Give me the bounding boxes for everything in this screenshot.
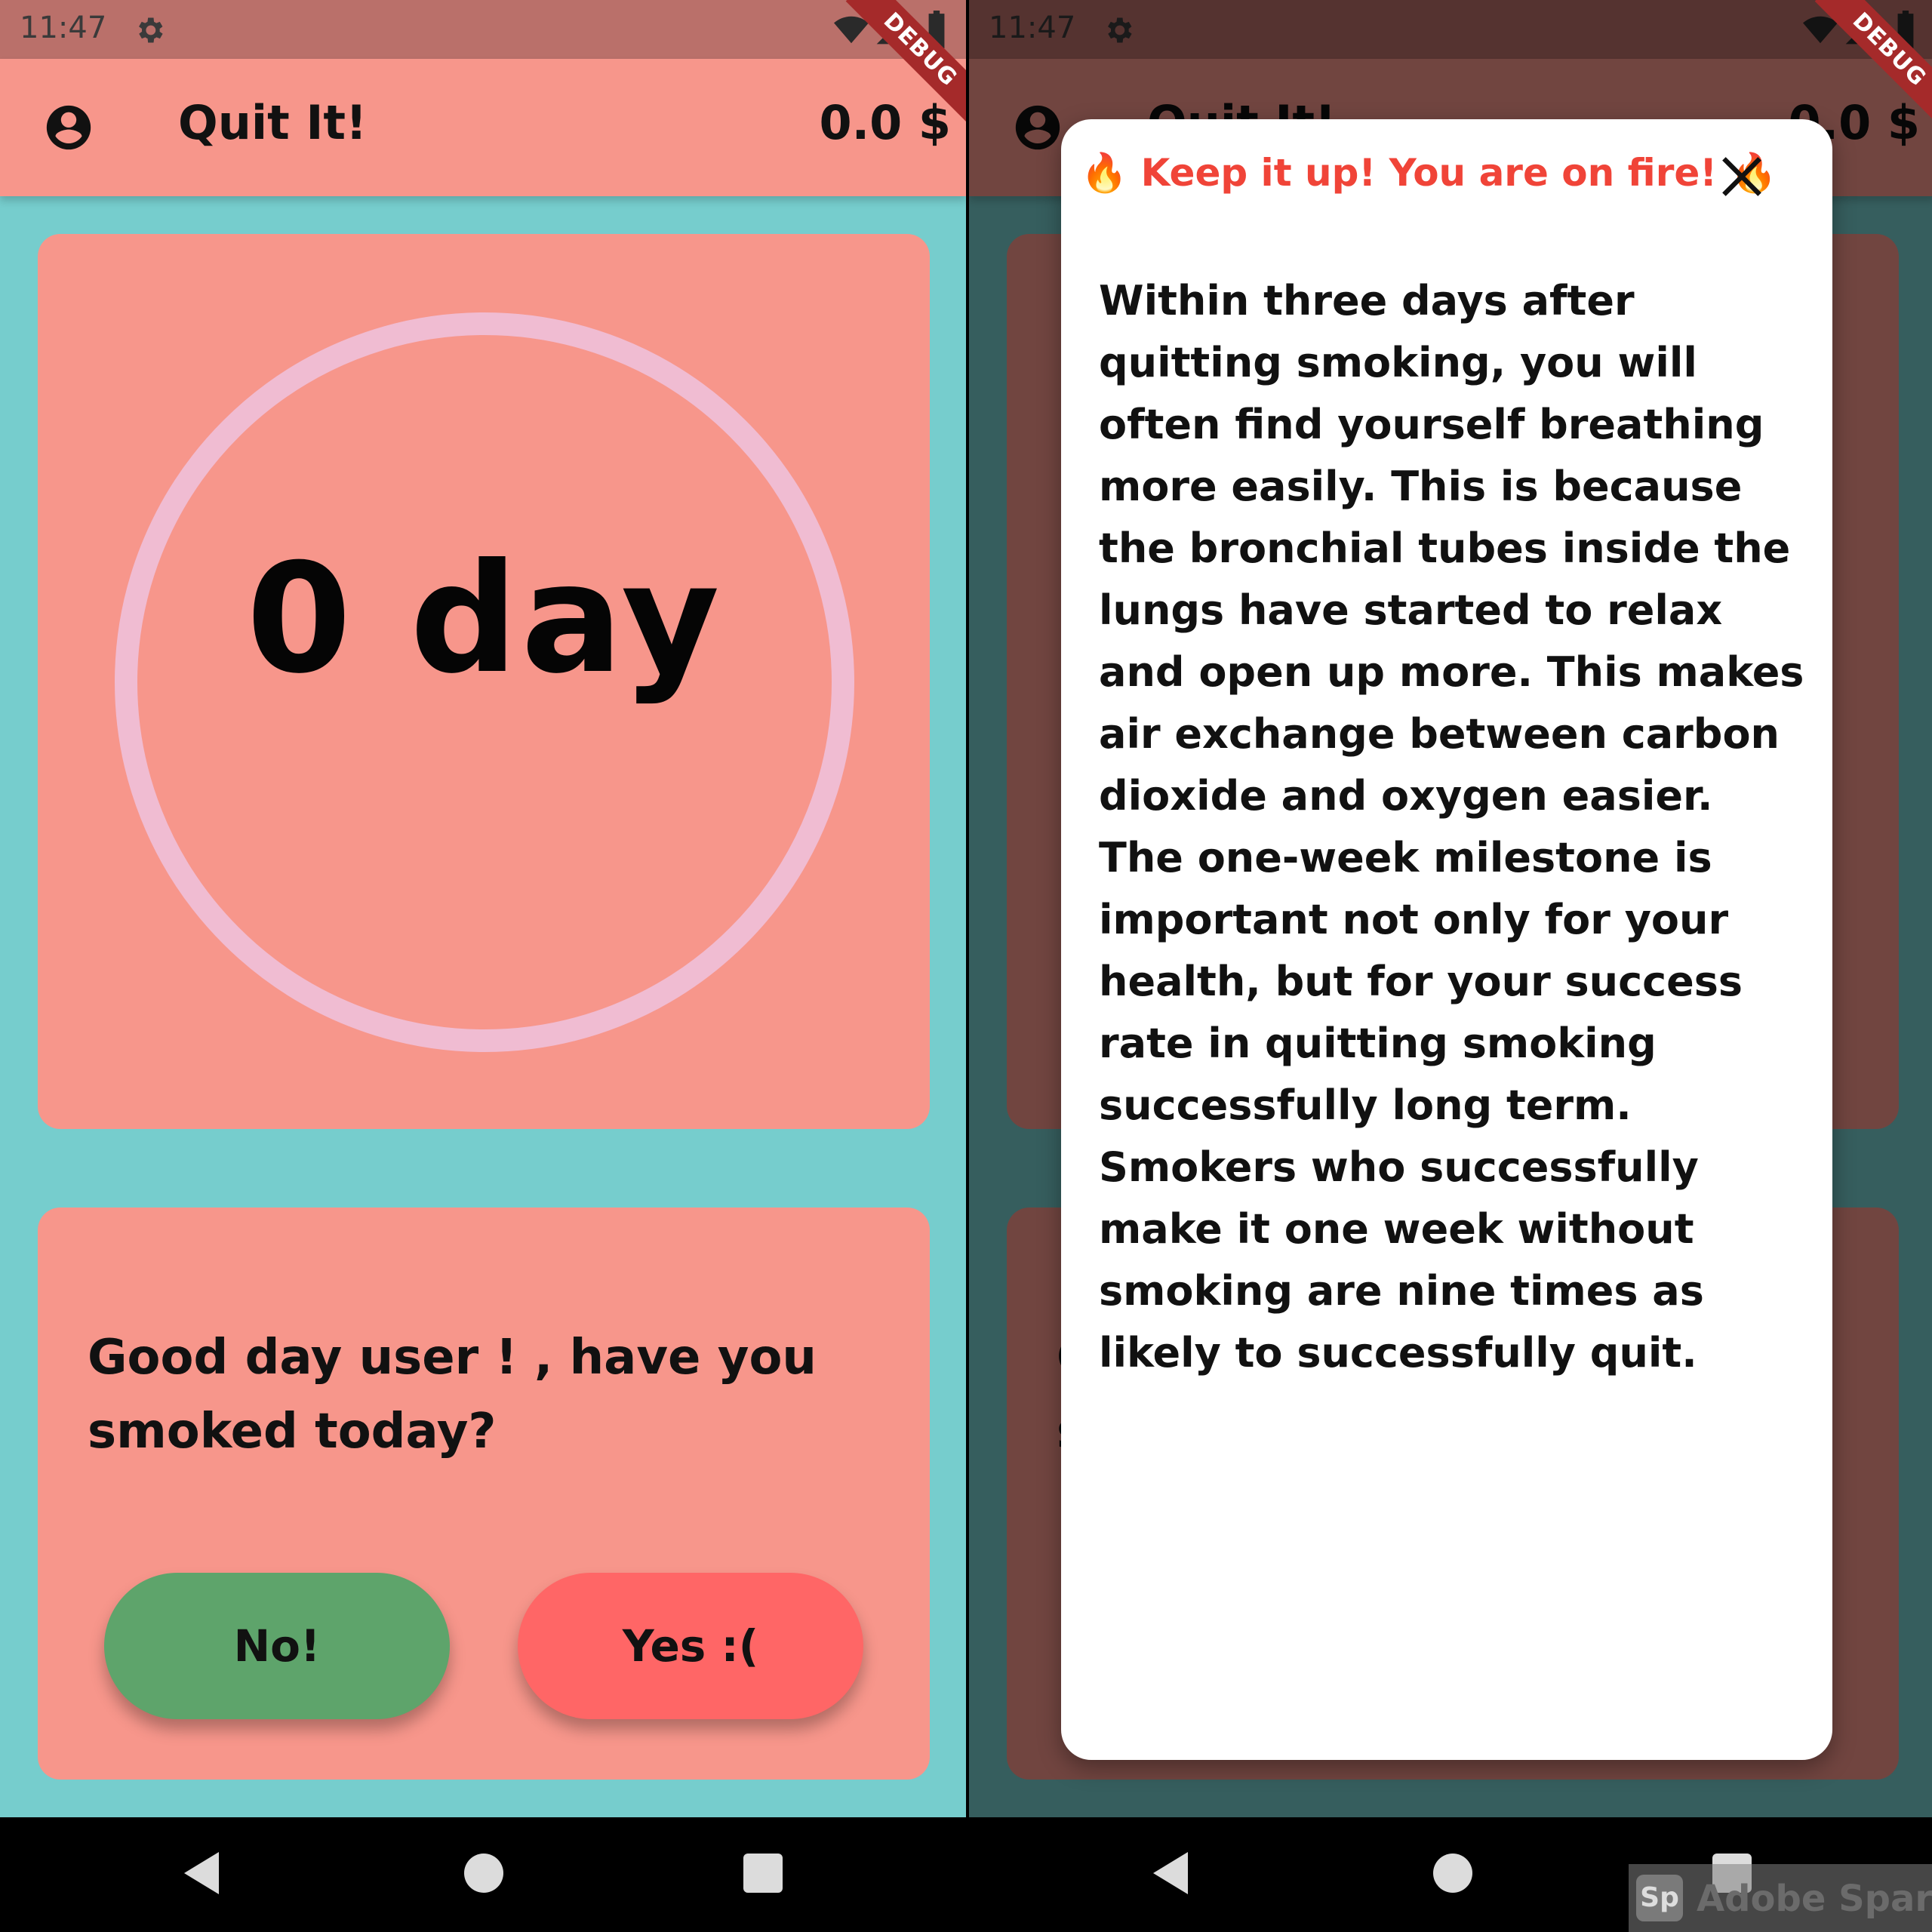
account-icon[interactable] (42, 101, 95, 154)
main-screen: 11:47 Quit It! 0.0 $ 0 day Good day user… (0, 0, 966, 1932)
dialog-title: 🔥 Keep it up! You are on fire! 🔥 (1081, 151, 1777, 195)
close-icon[interactable] (1718, 152, 1766, 201)
home-icon[interactable] (464, 1854, 503, 1893)
app-title: Quit It! (178, 95, 368, 150)
smoke-question: Good day user ! , have you smoked today? (88, 1330, 817, 1460)
status-bar: 11:47 (0, 0, 966, 59)
home-icon[interactable] (1433, 1854, 1472, 1893)
money-saved: 0.0 $ (819, 95, 951, 150)
status-time: 11:47 (20, 11, 107, 45)
day-counter: 0 day (246, 531, 723, 707)
dialog-body: Within three days after quitting smoking… (1099, 277, 1804, 1377)
gear-icon (139, 17, 163, 43)
back-icon[interactable] (1150, 1849, 1192, 1897)
watermark-logo: Sp (1636, 1875, 1683, 1921)
smoke-check-card: Good day user ! , have you smoked today?… (38, 1208, 930, 1780)
dialog-screen: 11:47 Quit It! 0.0 $ Good day user ! , h… (969, 0, 1932, 1932)
watermark: Sp Adobe Spark (1629, 1864, 1932, 1932)
streak-card: 0 day (38, 234, 930, 1129)
motivation-dialog: 🔥 Keep it up! You are on fire! 🔥 Within … (1061, 119, 1832, 1760)
watermark-text: Adobe Spark (1697, 1878, 1932, 1920)
back-icon[interactable] (181, 1849, 223, 1897)
yes-button[interactable]: Yes :( (518, 1573, 863, 1719)
no-button[interactable]: No! (104, 1573, 450, 1719)
recents-icon[interactable] (743, 1854, 783, 1893)
